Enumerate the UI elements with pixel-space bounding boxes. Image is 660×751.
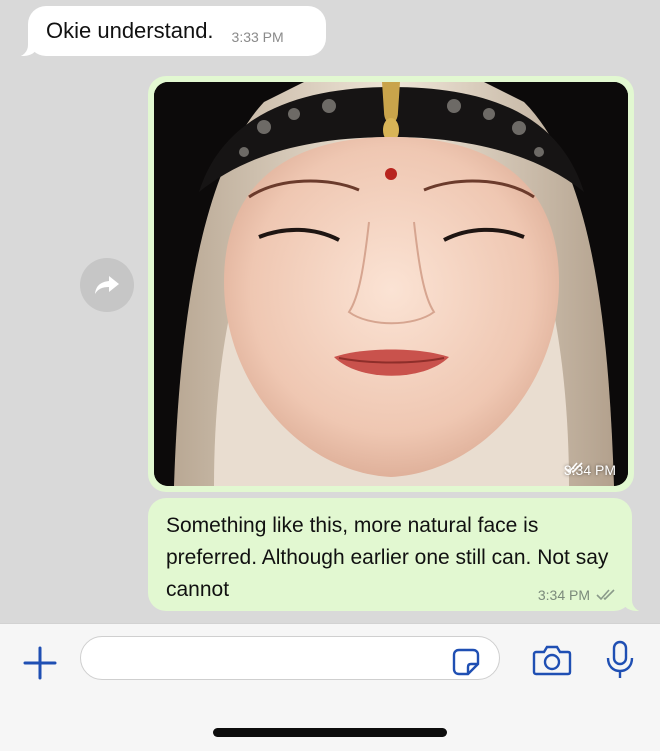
statue-face-image (154, 82, 628, 486)
sticker-icon (452, 648, 480, 676)
message-timestamp-group: 3:34 PM (538, 587, 616, 603)
bubble-tail-mask (632, 592, 660, 612)
voice-message-button[interactable] (598, 638, 642, 682)
image-timestamp-group: 3:34 PM (564, 462, 616, 478)
double-check-icon (564, 462, 583, 474)
camera-button[interactable] (530, 638, 574, 682)
home-indicator (213, 728, 447, 737)
add-attachment-button[interactable] (18, 641, 62, 685)
microphone-icon (606, 640, 634, 678)
plus-icon (23, 646, 57, 680)
message-timestamp: 3:34 PM (537, 587, 590, 603)
camera-icon (532, 645, 572, 676)
double-check-icon (596, 589, 615, 601)
image-message-bubble[interactable]: 3:34 PM (148, 76, 634, 492)
message-timestamp: 3:33 PM (231, 29, 284, 45)
forward-arrow-icon (95, 276, 119, 294)
message-text: Okie understand. (46, 18, 214, 43)
sticker-button[interactable] (448, 644, 484, 680)
message-composer-bar (0, 623, 660, 751)
outgoing-message-bubble[interactable]: Something like this, more natural face i… (148, 498, 640, 611)
forward-button[interactable] (80, 258, 134, 312)
shared-photo[interactable]: 3:34 PM (154, 82, 628, 486)
message-input[interactable] (80, 636, 500, 680)
chat-area: Okie understand. 3:33 PM 3:34 PM Somethi… (0, 0, 660, 623)
incoming-message-bubble[interactable]: Okie understand. 3:33 PM (6, 6, 326, 57)
